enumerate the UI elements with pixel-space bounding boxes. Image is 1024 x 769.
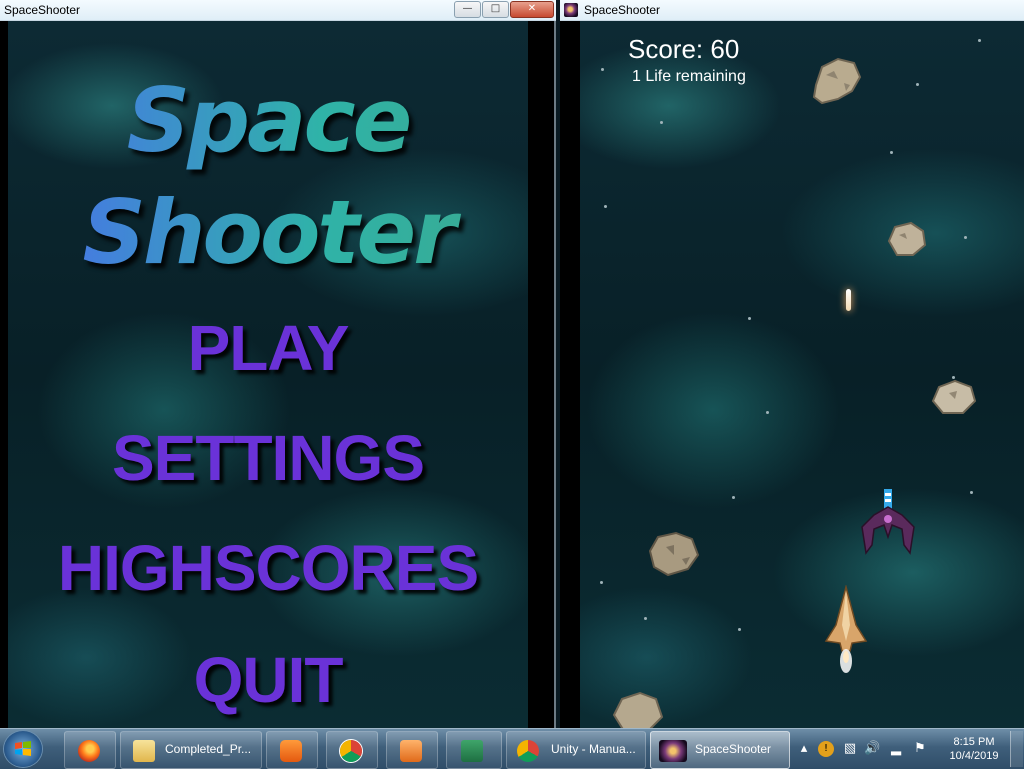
logo-space: Space bbox=[8, 69, 528, 172]
windows-logo-icon bbox=[15, 741, 31, 756]
star bbox=[766, 411, 769, 414]
game-viewport: Space Shooter PLAY SETTINGS HIGHSCORES Q… bbox=[0, 21, 556, 728]
game-viewport: Score: 60 1 Life remaining bbox=[560, 21, 1024, 728]
scrollbar-track[interactable] bbox=[528, 21, 556, 728]
scrollbar-edge bbox=[554, 21, 556, 728]
score-label: Score: 60 bbox=[628, 34, 740, 64]
viewport-border bbox=[560, 21, 580, 728]
firefox-icon bbox=[78, 740, 100, 762]
taskbar-explorer[interactable]: Completed_Pr... bbox=[120, 731, 262, 769]
system-tray: ▴ ! ▧ 🔊 ▂ ⚑ 8:15 PM 10/4/2019 bbox=[792, 731, 1024, 767]
asteroid bbox=[887, 221, 927, 256]
lives-label: 1 Life remaining bbox=[632, 68, 746, 85]
enemy-ship bbox=[861, 489, 915, 555]
spaceshooter-app-icon bbox=[564, 3, 578, 17]
asteroid bbox=[931, 379, 977, 414]
main-menu-window: SpaceShooter — □ ✕ Space Shooter PLAY SE… bbox=[0, 0, 556, 728]
gameplay-window: SpaceShooter Score: 60 1 Life remaining bbox=[560, 0, 1024, 728]
action-center-flag-icon[interactable]: ⚑ bbox=[912, 741, 928, 757]
star bbox=[604, 205, 607, 208]
device-icon[interactable]: ▧ bbox=[842, 741, 858, 757]
window-controls: — □ ✕ bbox=[453, 1, 554, 18]
taskbar-uc-browser[interactable] bbox=[266, 731, 318, 769]
taskbar-media-player[interactable] bbox=[386, 731, 438, 769]
star bbox=[738, 628, 741, 631]
nebula-background bbox=[580, 21, 1024, 728]
taskbar-label: SpaceShooter bbox=[695, 742, 772, 756]
title-bar[interactable]: SpaceShooter bbox=[560, 0, 1024, 21]
taskbar-label: Unity - Manua... bbox=[551, 742, 636, 756]
star bbox=[660, 121, 663, 124]
window-title: SpaceShooter bbox=[584, 3, 661, 17]
taskbar-label: Completed_Pr... bbox=[165, 742, 252, 756]
taskbar: Completed_Pr... Unity - Manua... SpaceSh… bbox=[0, 728, 1024, 769]
asteroid bbox=[648, 531, 700, 577]
highscores-button[interactable]: HIGHSCORES bbox=[8, 531, 528, 605]
clock-date: 10/4/2019 bbox=[949, 750, 999, 762]
uc-browser-icon bbox=[280, 740, 302, 762]
close-button[interactable]: ✕ bbox=[510, 1, 554, 18]
network-signal-icon[interactable]: ▂ bbox=[888, 741, 904, 757]
player-ship bbox=[824, 585, 868, 673]
star bbox=[978, 39, 981, 42]
taskbar-excel[interactable] bbox=[446, 731, 502, 769]
star bbox=[732, 496, 735, 499]
alert-clock-icon[interactable]: ! bbox=[818, 741, 834, 757]
settings-button[interactable]: SETTINGS bbox=[8, 421, 528, 495]
spaceshooter-app-icon bbox=[659, 740, 687, 762]
star bbox=[600, 581, 603, 584]
logo-shooter: Shooter bbox=[8, 181, 528, 284]
star bbox=[916, 83, 919, 86]
star bbox=[890, 151, 893, 154]
clock[interactable]: 8:15 PM 10/4/2019 bbox=[942, 735, 1006, 763]
clock-time: 8:15 PM bbox=[953, 736, 995, 748]
star bbox=[748, 317, 751, 320]
excel-icon bbox=[461, 740, 483, 762]
show-hidden-icons-icon[interactable]: ▴ bbox=[796, 741, 812, 757]
taskbar-chrome-unity[interactable]: Unity - Manua... bbox=[506, 731, 646, 769]
start-button[interactable] bbox=[4, 731, 42, 767]
star bbox=[970, 491, 973, 494]
chrome-icon bbox=[517, 740, 539, 762]
play-button[interactable]: PLAY bbox=[8, 311, 528, 385]
star bbox=[644, 617, 647, 620]
taskbar-chrome[interactable] bbox=[326, 731, 378, 769]
title-bar[interactable]: SpaceShooter — □ ✕ bbox=[0, 0, 556, 21]
show-desktop-button[interactable] bbox=[1010, 731, 1023, 767]
chrome-icon bbox=[340, 740, 362, 762]
star bbox=[601, 68, 604, 71]
laser-bolt bbox=[846, 289, 851, 311]
asteroid bbox=[612, 691, 664, 728]
volume-icon[interactable]: 🔊 bbox=[864, 741, 880, 757]
minimize-button[interactable]: — bbox=[454, 1, 481, 18]
taskbar-firefox[interactable] bbox=[64, 731, 116, 769]
taskbar-spaceshooter[interactable]: SpaceShooter bbox=[650, 731, 790, 769]
asteroid bbox=[812, 57, 862, 105]
window-title: SpaceShooter bbox=[4, 3, 81, 17]
star bbox=[964, 236, 967, 239]
quit-button[interactable]: QUIT bbox=[8, 643, 528, 717]
folder-icon bbox=[133, 740, 155, 762]
maximize-button[interactable]: □ bbox=[482, 1, 509, 18]
media-player-icon bbox=[400, 740, 422, 762]
